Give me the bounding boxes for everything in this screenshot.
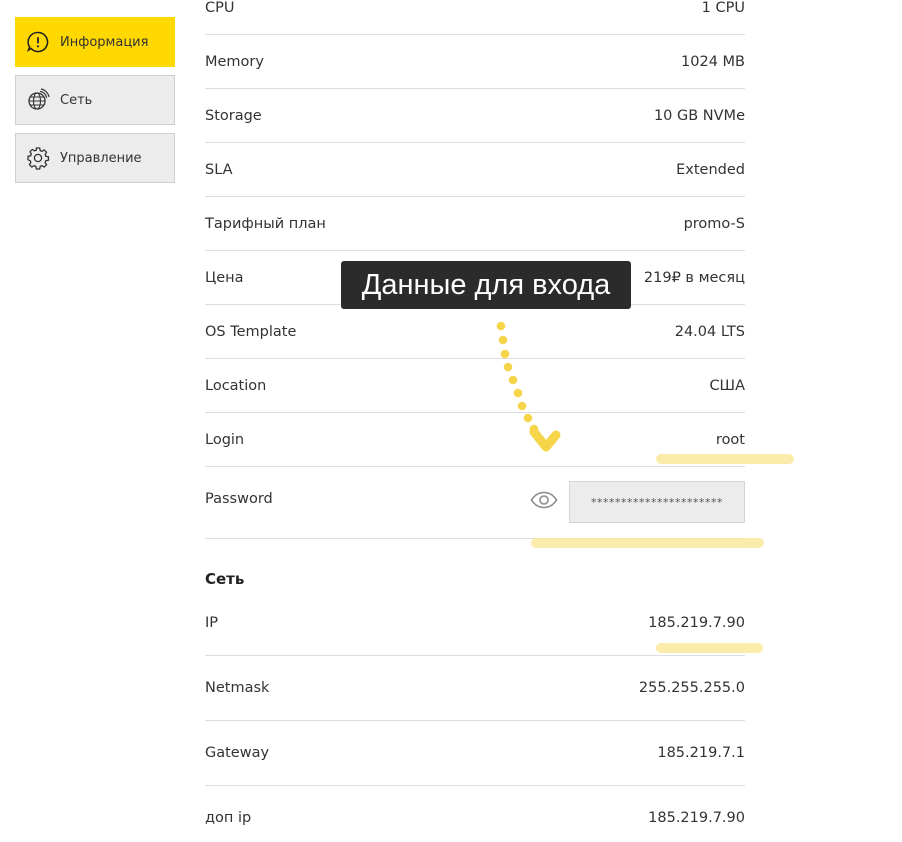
row-label: SLA <box>205 162 233 178</box>
row-label: Тарифный план <box>205 216 326 232</box>
row-label: Login <box>205 432 245 448</box>
row-value: США <box>709 378 745 394</box>
row-label: Gateway <box>205 745 270 761</box>
divider <box>205 142 745 143</box>
divider <box>205 655 745 656</box>
login-value: root <box>715 432 745 448</box>
row-value: 10 GB NVMe <box>653 108 745 124</box>
row-label: Memory <box>205 54 264 70</box>
row-value: 255.255.255.0 <box>638 680 745 696</box>
row-value: 185.219.7.90 <box>648 810 745 826</box>
row-value: 219₽ в месяц <box>643 270 745 286</box>
password-field[interactable]: ********************** <box>569 481 745 523</box>
divider <box>205 412 745 413</box>
ip-value: 185.219.7.90 <box>648 615 745 631</box>
divider <box>205 358 745 359</box>
row-value: 185.219.7.1 <box>657 745 745 761</box>
row-label: Password <box>205 491 273 507</box>
annotation-tooltip: Данные для входа <box>341 261 631 309</box>
divider <box>205 88 745 89</box>
sidebar-item-label: Сеть <box>60 92 93 108</box>
sidebar-item-info[interactable]: Информация <box>15 17 175 67</box>
highlight-password <box>531 538 764 548</box>
section-title-network: Сеть <box>205 570 245 588</box>
row-label: Netmask <box>205 680 270 696</box>
info-icon <box>25 29 51 55</box>
row-label: Storage <box>205 108 262 124</box>
row-value: 1024 MB <box>681 54 745 70</box>
row-label: CPU <box>205 0 235 16</box>
divider <box>205 196 745 197</box>
sidebar: Информация Сеть Управление <box>15 17 175 191</box>
row-label: Цена <box>205 270 244 286</box>
divider <box>205 466 745 467</box>
divider <box>205 250 745 251</box>
divider <box>205 720 745 721</box>
divider <box>205 785 745 786</box>
highlight-login <box>656 454 794 464</box>
row-label: OS Template <box>205 324 297 340</box>
row-label: IP <box>205 615 219 631</box>
eye-icon <box>530 491 558 513</box>
gear-icon <box>25 145 51 171</box>
highlight-ip <box>656 643 763 653</box>
sidebar-item-label: Информация <box>60 34 149 50</box>
row-label: доп ip <box>205 810 252 826</box>
row-label: Location <box>205 378 267 394</box>
sidebar-item-label: Управление <box>60 150 142 166</box>
show-password-button[interactable] <box>529 489 559 515</box>
row-value: 24.04 LTS <box>674 324 745 340</box>
row-value: 1 CPU <box>701 0 745 16</box>
row-value: promo-S <box>683 216 745 232</box>
row-value: Extended <box>676 162 745 178</box>
sidebar-item-network[interactable]: Сеть <box>15 75 175 125</box>
network-icon <box>25 87 51 113</box>
divider <box>205 34 745 35</box>
sidebar-item-management[interactable]: Управление <box>15 133 175 183</box>
